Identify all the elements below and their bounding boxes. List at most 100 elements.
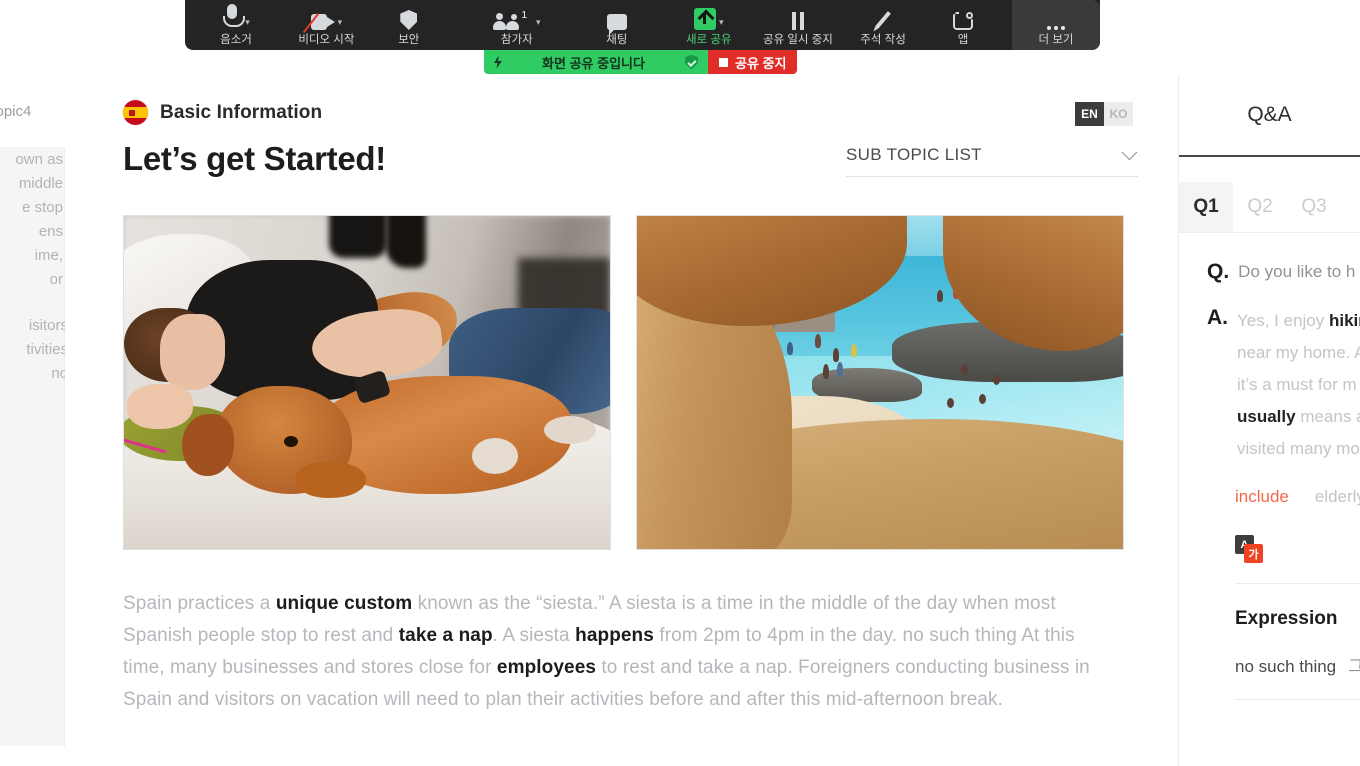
sidebar-clipped-line: middle [18, 175, 63, 192]
toolbar-new-share-button[interactable]: ▾ 새로 공유 [682, 0, 736, 50]
divider [1235, 583, 1360, 584]
divider [1235, 699, 1360, 700]
toolbar-pause-share-label: 공유 일시 중지 [762, 34, 833, 46]
sidebar-clipped-text-block-2: isitors tivities no [0, 314, 68, 386]
chevron-down-icon[interactable]: ▾ [719, 17, 724, 27]
photo-person-napping-with-dog[interactable] [123, 215, 611, 550]
participants-icon: 1 [493, 10, 527, 30]
toolbar-chat-button[interactable]: 채팅 [590, 0, 644, 50]
qa-panel-title: Q&A [1179, 75, 1360, 157]
sidebar-clipped-line: or [49, 271, 63, 288]
toolbar-apps-button[interactable]: 앱 [936, 0, 990, 50]
paragraph-keyword[interactable]: unique custom [276, 593, 412, 614]
sub-topic-list-select[interactable]: SUB TOPIC LIST [846, 144, 1138, 177]
section-header: Basic Information [123, 100, 1138, 125]
answer-lines: Yes, I enjoy hikin near my home. A it’s … [1237, 305, 1360, 465]
toolbar-more-button[interactable]: 더 보기 [1012, 0, 1101, 50]
word-chip-elderly[interactable]: elderly [1315, 487, 1360, 507]
sidebar-clipped-line: ens [38, 223, 63, 240]
sidebar-clipped-text-block-1: own as middle e stop ens ime, or [0, 148, 63, 292]
screen-share-status-bar: 화면 공유 중입니다 공유 중지 [484, 50, 798, 74]
share-status-indicator: 화면 공유 중입니다 [484, 50, 708, 74]
toolbar-more-label: 더 보기 [1038, 34, 1074, 46]
qa-question: Q. Do you like to h [1207, 259, 1360, 285]
toolbar-mute-button[interactable]: ▾ 음소거 [209, 0, 263, 50]
toolbar-mute-label: 음소거 [220, 34, 252, 46]
chevron-down-icon[interactable]: ▾ [536, 17, 541, 27]
app-root: Topic4 own as middle e stop ens ime, or … [0, 0, 1360, 766]
answer-line: visited many mo [1237, 439, 1360, 458]
tab-q2[interactable]: Q2 [1233, 182, 1287, 232]
share-status-text: 화면 공유 중입니다 [542, 55, 645, 71]
chevron-down-icon[interactable]: ▾ [338, 17, 343, 27]
paragraph-keyword[interactable]: employees [497, 657, 596, 678]
shield-icon [400, 10, 418, 30]
paragraph-keyword[interactable]: take a nap [399, 625, 493, 646]
translate-icon[interactable]: A 가 [1235, 535, 1360, 569]
stop-share-button[interactable]: 공유 중지 [708, 50, 798, 74]
sidebar-clipped-line: ime, [34, 247, 63, 264]
photo-beach-cove[interactable] [636, 215, 1124, 550]
answer-line: near my home. A [1237, 343, 1360, 362]
language-toggle[interactable]: EN KO [1075, 102, 1133, 126]
main-content: Basic Information Let’s get Started! EN … [65, 75, 1178, 766]
paragraph-segment: Spain practices a [123, 593, 276, 614]
participants-count-badge: 1 [521, 10, 528, 21]
answer-keyword[interactable]: hikin [1329, 311, 1360, 330]
tab-q3[interactable]: Q3 [1287, 182, 1341, 232]
word-chip-list: include elderly [1235, 487, 1360, 507]
sidebar-clipped-line: no [51, 365, 68, 382]
pencil-icon [875, 11, 891, 29]
bolt-icon [494, 55, 502, 69]
section-label: Basic Information [160, 101, 323, 123]
chevron-down-icon[interactable] [1121, 144, 1138, 160]
language-option-en[interactable]: EN [1075, 102, 1104, 126]
toolbar-start-video-button[interactable]: ▾ 비디오 시작 [297, 0, 356, 50]
toolbar-chat-label: 채팅 [606, 34, 628, 46]
toolbar-annotate-label: 주석 작성 [860, 34, 906, 46]
sidebar-clipped-line: tivities [26, 341, 68, 358]
share-screen-icon [694, 8, 717, 30]
toolbar-participants-button[interactable]: 1 ▾ 참가자 [490, 0, 544, 50]
sidebar-clipped-line: own as [15, 151, 63, 168]
toolbar-apps-label: 앱 [957, 34, 969, 46]
paragraph-keyword[interactable]: happens [575, 625, 654, 646]
sidebar-clipped-line: isitors [28, 317, 68, 334]
toolbar-start-video-label: 비디오 시작 [298, 34, 355, 46]
qa-answer: A. Yes, I enjoy hikin near my home. A it… [1207, 305, 1360, 465]
language-option-ko[interactable]: KO [1104, 102, 1133, 126]
zoom-meeting-toolbar: ▾ 음소거 ▾ 비디오 시작 보안 1 ▾ 참가자 채팅 ▾ 새로 공유 공유 … [185, 0, 1101, 50]
spain-flag-icon [123, 100, 148, 125]
expression-translation: 그런 [1348, 657, 1360, 676]
tab-q1[interactable]: Q1 [1179, 182, 1233, 232]
answer-line: it’s a must for m [1237, 375, 1357, 394]
answer-text: Yes, I enjoy [1237, 311, 1329, 330]
question-mark-label: Q. [1207, 260, 1230, 283]
sidebar-clipped-line: e stop [22, 199, 63, 216]
paragraph-segment: . A siesta [492, 625, 576, 646]
pause-icon [791, 12, 804, 30]
toolbar-security-button[interactable]: 보안 [382, 0, 436, 50]
question-text: Do you like to h [1238, 262, 1356, 281]
video-off-icon [302, 12, 335, 34]
answer-mark-label: A. [1207, 306, 1228, 329]
expression-title: Expression [1235, 608, 1338, 629]
left-sidebar: Topic4 own as middle e stop ens ime, or … [0, 75, 68, 766]
qa-title-text: Q&A [1247, 103, 1292, 126]
microphone-icon [222, 4, 246, 30]
stop-share-label: 공유 중지 [735, 55, 787, 71]
qa-tab-list: Q1 Q2 Q3 [1179, 182, 1360, 232]
toolbar-annotate-button[interactable]: 주석 작성 [856, 0, 910, 50]
word-chip-include[interactable]: include [1235, 487, 1289, 507]
lesson-paragraph: Spain practices a unique custom known as… [123, 588, 1118, 716]
toolbar-pause-share-button[interactable]: 공유 일시 중지 [762, 0, 834, 50]
expression-entry[interactable]: no such thing 그런 [1235, 652, 1360, 677]
chevron-down-icon[interactable]: ▾ [245, 17, 250, 27]
answer-keyword[interactable]: usually [1237, 407, 1296, 426]
answer-text: means a [1295, 407, 1360, 426]
stop-square-icon [719, 57, 728, 67]
qa-panel: Q&A Q1 Q2 Q3 Q. Do you like to h A. Yes,… [1178, 75, 1360, 766]
answer-line: usually means a [1237, 401, 1360, 433]
sidebar-topic-label[interactable]: Topic4 [0, 103, 31, 120]
photo-gallery [123, 215, 1138, 550]
